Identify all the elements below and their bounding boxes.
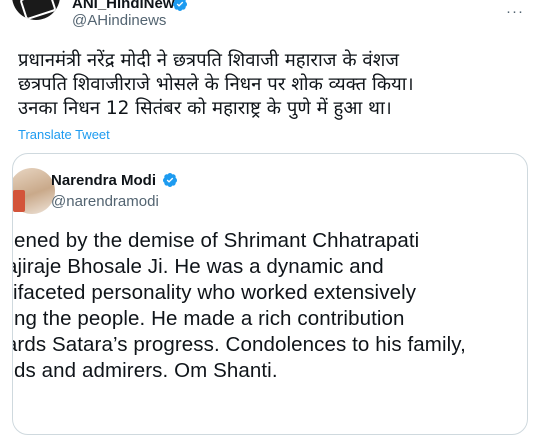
quoted-text-line: ivajiraje Bhosale Ji. He was a dynamic a… bbox=[12, 255, 384, 278]
quoted-text-line: ultifaceted personality who worked exten… bbox=[12, 281, 417, 304]
quoted-text-line: ddened by the demise of Shrimant Chhatra… bbox=[12, 229, 420, 252]
quoted-author-handle[interactable]: @narendramodi bbox=[51, 193, 159, 210]
avatar-detail bbox=[13, 190, 25, 212]
quoted-author-avatar[interactable] bbox=[13, 168, 55, 214]
tweet-text-line: छत्रपति शिवाजीराजे भोसले के निधन पर शोक … bbox=[18, 74, 414, 95]
quoted-tweet-text: ddened by the demise of Shrimant Chhatra… bbox=[12, 228, 527, 384]
tweet-text: प्रधानमंत्री नरेंद्र मोदी ने छत्रपति शिव… bbox=[18, 49, 528, 121]
tweet-text-line: प्रधानमंत्री नरेंद्र मोदी ने छत्रपति शिव… bbox=[18, 50, 400, 71]
quoted-text-line: wards Satara’s progress. Condolences to … bbox=[12, 333, 466, 356]
tweet-text-line: उनका निधन 12 सितंबर को महाराष्ट्र के पुण… bbox=[18, 98, 392, 119]
quoted-author-display-name[interactable]: Narendra Modi bbox=[51, 172, 156, 189]
verified-badge-icon bbox=[173, 0, 187, 11]
quoted-tweet[interactable]: Narendra Modi @narendramodi ddened by th… bbox=[12, 153, 528, 435]
verified-badge-icon bbox=[163, 173, 177, 187]
author-handle[interactable]: @AHindinews bbox=[72, 12, 166, 29]
author-display-name[interactable]: ANI_HindiNews bbox=[72, 0, 183, 12]
quoted-text-line: nong the people. He made a rich contribu… bbox=[12, 307, 405, 330]
author-avatar[interactable] bbox=[12, 0, 60, 20]
ani-logo-icon bbox=[19, 0, 57, 20]
quoted-text-line: ends and admirers. Om Shanti. bbox=[12, 359, 278, 382]
tweet: ANI_HindiNews @AHindinews ··· प्रधानमंत्… bbox=[0, 0, 535, 435]
more-options-icon[interactable]: ··· bbox=[505, 2, 525, 22]
translate-tweet-link[interactable]: Translate Tweet bbox=[18, 127, 110, 142]
